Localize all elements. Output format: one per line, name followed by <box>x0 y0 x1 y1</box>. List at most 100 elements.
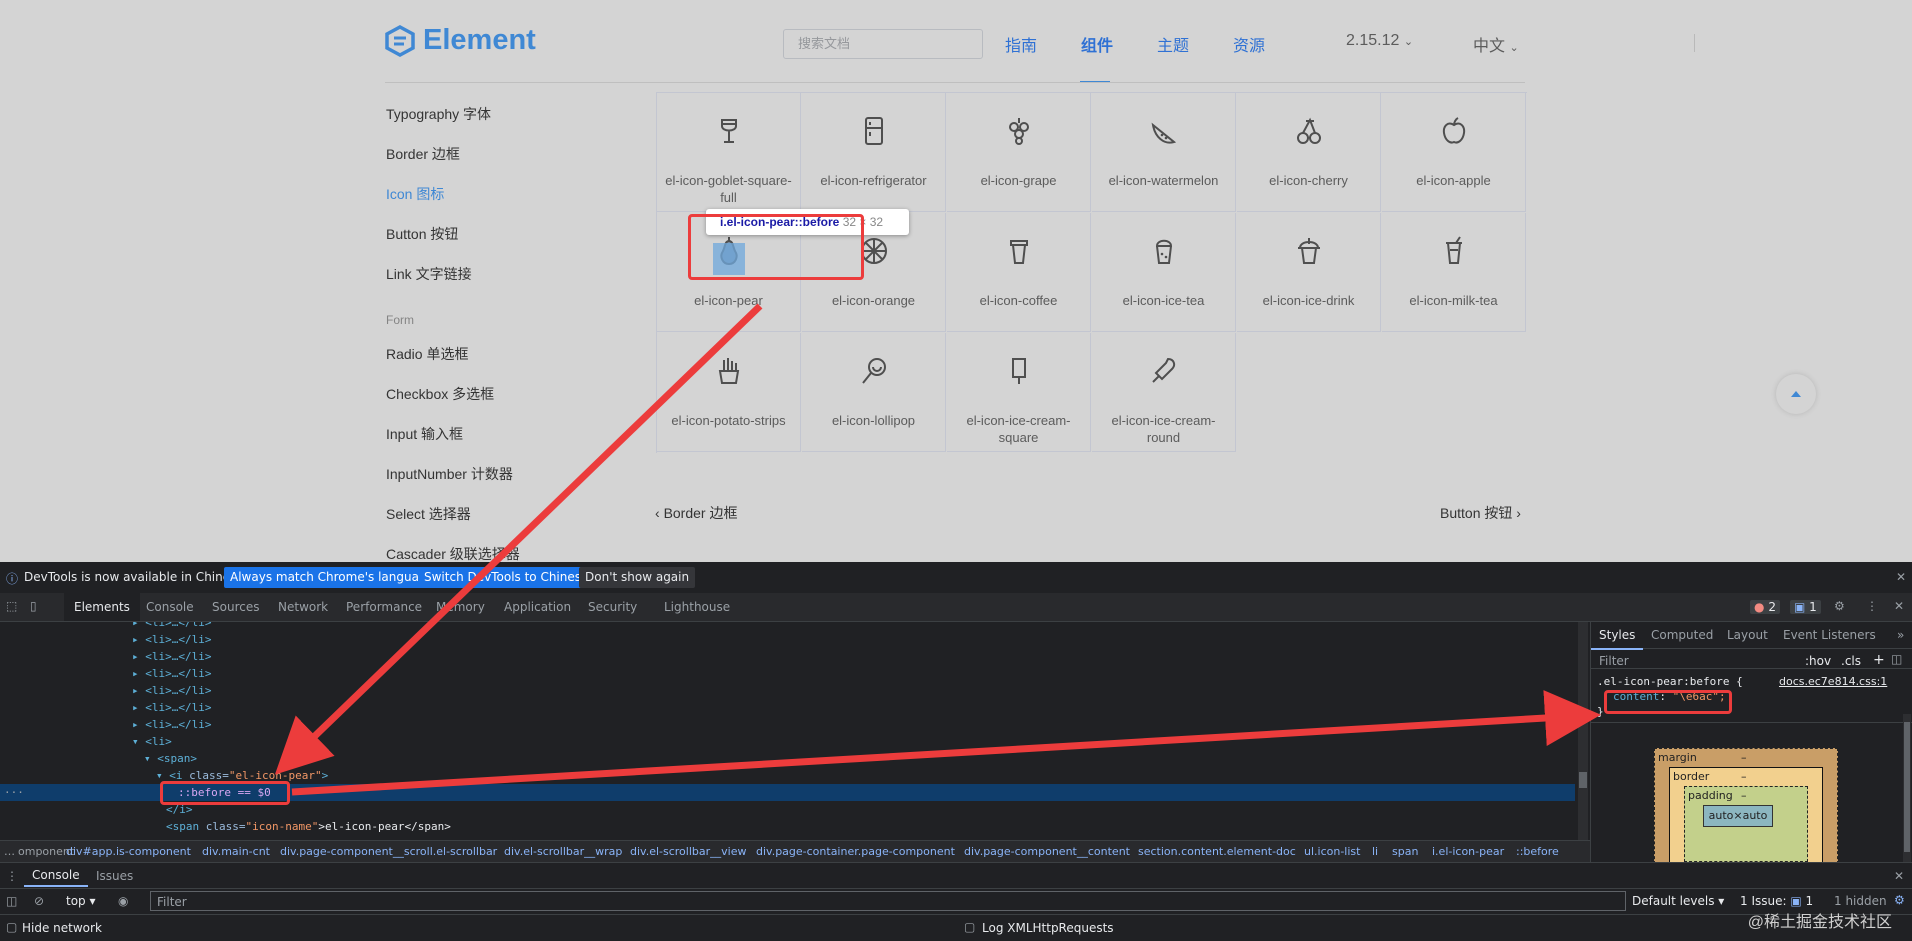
match-language-button[interactable]: Always match Chrome's language <box>224 567 440 588</box>
sidebar-item-border[interactable]: Border 边框 <box>386 144 460 164</box>
nav-theme[interactable]: 主题 <box>1157 32 1189 56</box>
dom-line[interactable]: ▸ <li>…</li> <box>132 716 211 733</box>
clear-console-icon[interactable]: ⊘ <box>34 894 44 908</box>
icon-item[interactable]: el-icon-ice-tea <box>1092 213 1236 332</box>
tab-layout[interactable]: Layout <box>1727 622 1768 648</box>
tab-security[interactable]: Security <box>588 593 637 621</box>
nav-resource[interactable]: 资源 <box>1233 32 1265 56</box>
tab-styles[interactable]: Styles <box>1591 622 1644 650</box>
styles-scrollbar[interactable] <box>1903 714 1911 862</box>
dom-line[interactable]: ▸ <li>…</li> <box>132 648 211 665</box>
device-toolbar-icon[interactable]: ▯ <box>30 599 37 613</box>
breadcrumb-item[interactable]: div.main-cnt <box>202 841 270 863</box>
dom-line[interactable]: ▾ <span> <box>144 750 197 767</box>
icon-item[interactable]: el-icon-apple <box>1382 93 1526 212</box>
sidebar-item-link[interactable]: Link 文字链接 <box>386 264 472 284</box>
breadcrumb-item[interactable]: li <box>1372 841 1378 863</box>
inspect-element-icon[interactable]: ⬚ <box>6 599 17 613</box>
breadcrumb-item[interactable]: ul.icon-list <box>1304 841 1360 863</box>
nav-components[interactable]: 组件 <box>1081 32 1113 56</box>
dont-show-again-button[interactable]: Don't show again <box>579 567 696 588</box>
eye-icon[interactable]: ◉ <box>118 894 128 908</box>
breadcrumb-item[interactable]: div#app.is-component <box>66 841 191 863</box>
language-select[interactable]: 中文 ⌄ <box>1473 32 1519 56</box>
tab-event-listeners[interactable]: Event Listeners <box>1783 622 1876 648</box>
sidebar-item-checkbox[interactable]: Checkbox 多选框 <box>386 384 494 404</box>
console-filter-input[interactable]: Filter <box>150 891 1626 911</box>
breadcrumb-item[interactable]: i.el-icon-pear <box>1432 841 1504 863</box>
nav-guide[interactable]: 指南 <box>1005 32 1037 56</box>
sidebar-item-radio[interactable]: Radio 单选框 <box>386 344 468 364</box>
icon-item[interactable]: el-icon-watermelon <box>1092 93 1236 212</box>
breadcrumb-item[interactable]: span <box>1392 841 1418 863</box>
dom-line[interactable]: ▸ <li>…</li> <box>132 631 211 648</box>
icon-item[interactable]: el-icon-cherry <box>1237 93 1381 212</box>
next-page-link[interactable]: Button 按钮 › <box>1440 503 1521 523</box>
styles-filter-input[interactable]: Filter <box>1599 654 1629 668</box>
rule-source-link[interactable]: docs.ec7e814.css:1 <box>1779 675 1887 688</box>
icon-item[interactable]: el-icon-milk-tea <box>1382 213 1526 332</box>
sidebar-item-cascader[interactable]: Cascader 级联选择器 <box>386 544 520 562</box>
icon-item[interactable]: el-icon-ice-cream-round <box>1092 333 1236 452</box>
sidebar-item-inputnumber[interactable]: InputNumber 计数器 <box>386 464 513 484</box>
breadcrumb-more[interactable]: … <box>4 841 15 863</box>
tab-more[interactable]: » <box>1897 622 1904 648</box>
back-to-top-button[interactable] <box>1776 374 1816 414</box>
dom-line[interactable]: ▸ <li>…</li> <box>132 699 211 716</box>
log-xhr-checkbox[interactable]: ▢ <box>964 920 975 934</box>
sidebar-item-button[interactable]: Button 按钮 <box>386 224 458 244</box>
tab-memory[interactable]: Memory <box>436 593 485 621</box>
tab-console[interactable]: Console <box>146 593 194 621</box>
add-rule-icon[interactable]: + <box>1873 652 1885 668</box>
close-icon[interactable]: ✕ <box>1896 570 1906 584</box>
gear-icon[interactable]: ⚙ <box>1834 599 1845 613</box>
breadcrumb-item[interactable]: div.page-container.page-component <box>756 841 955 863</box>
close-devtools-icon[interactable]: ✕ <box>1894 599 1904 613</box>
console-settings-gear-icon[interactable]: ⚙ <box>1894 893 1905 907</box>
tab-network[interactable]: Network <box>278 593 328 621</box>
dom-line[interactable]: <span class="icon-name">el-icon-pear</sp… <box>166 818 451 835</box>
dom-line[interactable]: ▸ <li>…</li> <box>132 665 211 682</box>
cls-toggle[interactable]: .cls <box>1841 654 1861 668</box>
drawer-menu-icon[interactable]: ⋮ <box>6 869 18 883</box>
icon-item[interactable]: el-icon-grape <box>947 93 1091 212</box>
sidebar-item-typography[interactable]: Typography 字体 <box>386 104 491 124</box>
context-select[interactable]: top ▾ <box>66 894 96 908</box>
prev-page-link[interactable]: ‹ Border 边框 <box>655 503 737 523</box>
tab-elements[interactable]: Elements <box>64 593 140 621</box>
dom-line[interactable]: ▾ <li> <box>132 733 172 750</box>
version-select[interactable]: 2.15.12 ⌄ <box>1346 32 1413 50</box>
icon-item[interactable]: el-icon-ice-drink <box>1237 213 1381 332</box>
icon-item[interactable]: el-icon-ice-cream-square <box>947 333 1091 452</box>
console-issues-link[interactable]: 1 Issue: ▣ 1 <box>1740 894 1813 908</box>
switch-chinese-button[interactable]: Switch DevTools to Chinese <box>418 567 595 588</box>
sidebar-toggle-icon[interactable]: ◫ <box>1891 652 1902 666</box>
tab-computed[interactable]: Computed <box>1651 622 1713 648</box>
elements-scrollbar[interactable] <box>1578 622 1588 840</box>
sidebar-item-input[interactable]: Input 输入框 <box>386 424 463 444</box>
icon-item[interactable]: el-icon-coffee <box>947 213 1091 332</box>
breadcrumb-item[interactable]: div.page-component__scroll.el-scrollbar <box>280 841 497 863</box>
dom-line[interactable]: ▸ <li>…</li> <box>132 682 211 699</box>
drawer-tab-issues[interactable]: Issues <box>96 869 133 883</box>
hide-network-checkbox[interactable]: ▢ <box>6 920 17 934</box>
issues-badge[interactable]: ▣ 1 <box>1790 600 1821 614</box>
breadcrumb-item[interactable]: div.el-scrollbar__view <box>630 841 746 863</box>
search-input[interactable]: 搜索文档 <box>783 29 983 59</box>
tab-application[interactable]: Application <box>504 593 571 621</box>
console-sidebar-icon[interactable]: ◫ <box>6 894 17 908</box>
breadcrumb-item[interactable]: div.el-scrollbar__wrap <box>504 841 622 863</box>
more-menu-icon[interactable]: ⋮ <box>1866 599 1878 613</box>
close-drawer-icon[interactable]: ✕ <box>1894 869 1904 883</box>
breadcrumb-item[interactable]: ::before <box>1516 841 1559 863</box>
icon-item[interactable]: el-icon-lollipop <box>802 333 946 452</box>
icon-item[interactable]: el-icon-potato-strips <box>657 333 801 452</box>
icon-item[interactable]: el-icon-refrigerator <box>802 93 946 212</box>
breadcrumb-item[interactable]: div.page-component__content <box>964 841 1130 863</box>
hov-toggle[interactable]: :hov <box>1805 654 1831 668</box>
tab-performance[interactable]: Performance <box>346 593 422 621</box>
drawer-tab-console[interactable]: Console <box>24 865 88 887</box>
log-levels-select[interactable]: Default levels ▾ <box>1632 894 1724 908</box>
errors-badge[interactable]: ● 2 <box>1750 600 1780 614</box>
dom-line[interactable]: ▸ <li>…</li> <box>132 622 211 631</box>
